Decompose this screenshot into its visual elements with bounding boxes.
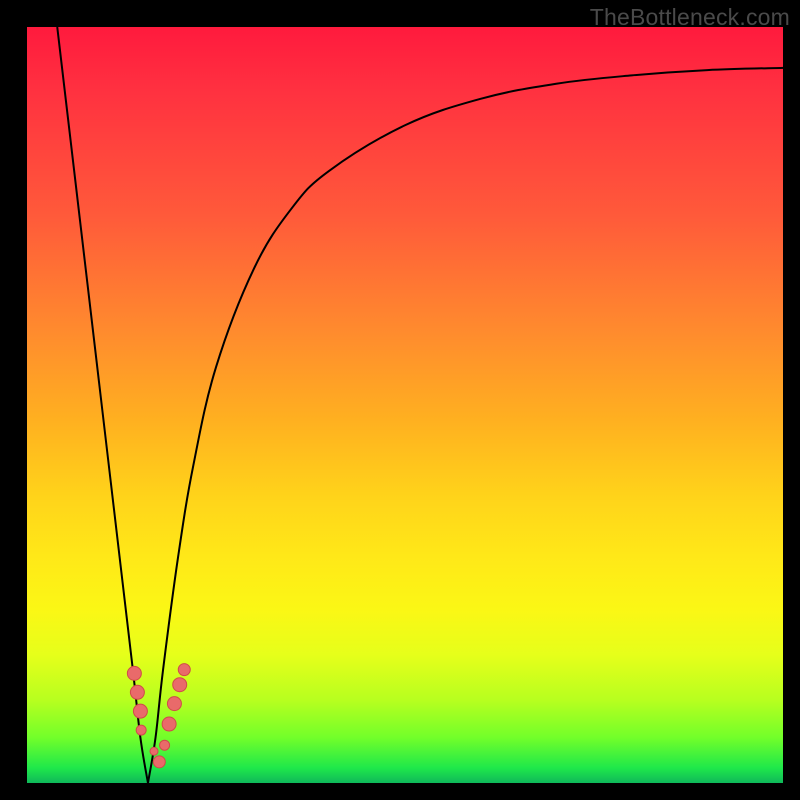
data-marker <box>160 740 170 750</box>
data-marker <box>153 756 165 768</box>
chart-svg <box>27 27 783 783</box>
chart-plot-area <box>27 27 783 783</box>
data-marker <box>178 664 190 676</box>
data-marker <box>130 685 144 699</box>
data-marker <box>133 704 147 718</box>
curve-layer <box>57 27 783 783</box>
chart-frame: TheBottleneck.com <box>0 0 800 800</box>
curve-right-branch <box>148 68 783 783</box>
data-marker <box>127 666 141 680</box>
data-marker <box>173 678 187 692</box>
data-marker <box>150 747 158 755</box>
data-marker <box>136 725 146 735</box>
data-marker <box>162 717 176 731</box>
data-marker <box>167 697 181 711</box>
watermark-text: TheBottleneck.com <box>590 4 790 31</box>
